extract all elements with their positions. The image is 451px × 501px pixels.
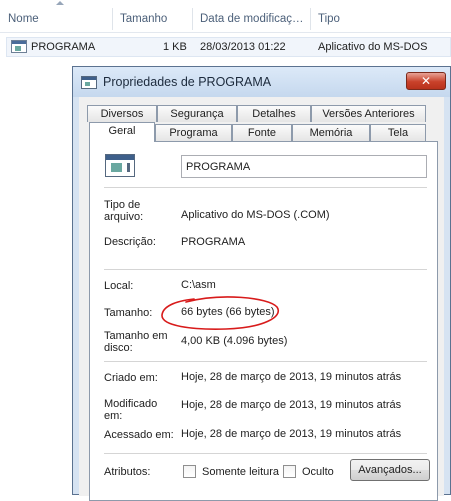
dialog-titlebar[interactable]: Propriedades de PROGRAMA ✕ <box>73 67 450 97</box>
divider <box>104 187 427 188</box>
dialog-client-area: Diversos Segurança Detalhes Versões Ante… <box>79 97 444 501</box>
column-header-name[interactable]: Nome <box>0 0 112 32</box>
created-label: Criado em: <box>104 372 158 384</box>
tab-memoria[interactable]: Memória <box>292 124 370 141</box>
tab-geral[interactable]: Geral <box>89 122 155 142</box>
file-type-label: Tipo de arquivo: <box>104 199 144 223</box>
divider <box>104 453 427 454</box>
column-header-type[interactable]: Tipo <box>310 0 451 32</box>
location-value: C:\asm <box>181 279 216 291</box>
divider <box>104 269 427 270</box>
msdos-application-icon <box>105 154 135 177</box>
tab-programa[interactable]: Programa <box>155 124 232 141</box>
properties-dialog: Propriedades de PROGRAMA ✕ Diversos Segu… <box>72 66 451 501</box>
hidden-checkbox[interactable] <box>283 465 296 478</box>
accessed-label: Acessado em: <box>104 429 174 441</box>
file-name-field[interactable] <box>181 155 427 178</box>
read-only-checkbox[interactable] <box>183 465 196 478</box>
file-type: Aplicativo do MS-DOS <box>318 41 428 53</box>
column-header-bar: Nome Tamanho Data de modificaç… Tipo <box>0 0 451 33</box>
description-value: PROGRAMA <box>181 236 246 248</box>
tab-fonte[interactable]: Fonte <box>232 124 292 141</box>
size-label: Tamanho: <box>104 307 153 319</box>
description-label: Descrição: <box>104 236 156 248</box>
read-only-label[interactable]: Somente leitura <box>202 466 279 478</box>
modified-label: Modificado em: <box>104 398 158 422</box>
accessed-value: Hoje, 28 de março de 2013, 19 minutos at… <box>181 428 402 440</box>
file-date-modified: 28/03/2013 01:22 <box>200 41 286 53</box>
tab-tela[interactable]: Tela <box>370 124 426 141</box>
dialog-title: Propriedades de PROGRAMA <box>103 75 272 89</box>
file-name: PROGRAMA <box>31 41 96 53</box>
size-on-disk-label: Tamanho em disco: <box>104 330 168 354</box>
tab-detalhes[interactable]: Detalhes <box>237 105 311 122</box>
column-header-size[interactable]: Tamanho <box>112 0 192 32</box>
file-row-programa[interactable]: PROGRAMA 1 KB 28/03/2013 01:22 Aplicativ… <box>6 37 451 57</box>
tab-panel-geral: Tipo de arquivo: Aplicativo do MS-DOS (.… <box>89 141 438 501</box>
msdos-application-icon <box>81 76 97 89</box>
divider <box>104 361 427 362</box>
attributes-label: Atributos: <box>104 466 151 478</box>
advanced-button[interactable]: Avançados... <box>350 459 430 481</box>
close-button[interactable]: ✕ <box>406 72 446 90</box>
column-header-date-modified[interactable]: Data de modificaç… <box>192 0 310 32</box>
location-label: Local: <box>104 280 134 292</box>
tab-versoes-anteriores[interactable]: Versões Anteriores <box>311 105 426 122</box>
tab-seguranca[interactable]: Segurança <box>157 105 237 122</box>
file-type-value: Aplicativo do MS-DOS (.COM) <box>181 209 330 221</box>
size-on-disk-value: 4,00 KB (4.096 bytes) <box>181 335 288 347</box>
tab-diversos[interactable]: Diversos <box>87 105 157 122</box>
file-size: 1 KB <box>163 41 187 53</box>
created-value: Hoje, 28 de março de 2013, 19 minutos at… <box>181 371 402 383</box>
msdos-application-icon <box>11 40 27 53</box>
modified-value: Hoje, 28 de março de 2013, 19 minutos at… <box>181 399 402 411</box>
hidden-label[interactable]: Oculto <box>302 466 334 478</box>
size-value: 66 bytes (66 bytes) <box>181 306 275 318</box>
